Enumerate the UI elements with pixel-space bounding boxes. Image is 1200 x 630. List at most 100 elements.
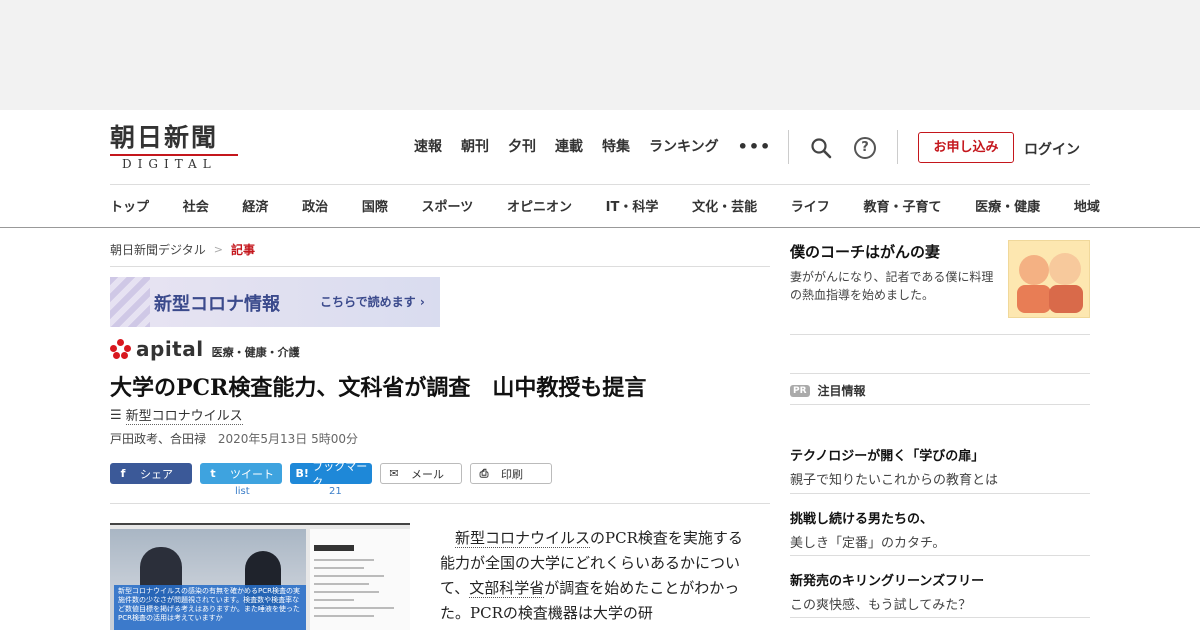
panel-line	[314, 599, 354, 601]
divider	[790, 493, 1090, 494]
pr-item-description: 親子で知りたいこれからの教育とは	[790, 473, 999, 488]
divider	[790, 404, 1090, 405]
category-education[interactable]: 教育・子育て	[863, 196, 941, 215]
apital-name: apital	[136, 337, 204, 361]
video-thumbnail[interactable]: 新型コロナウイルスの感染の有無を確かめるPCR検査の実施件数の少なさが問題視され…	[110, 523, 410, 630]
byline: 戸田政考、合田禄 2020年5月13日 5時00分	[110, 430, 358, 447]
pr-item-headline: 新発売のキリングリーンズフリー	[790, 574, 985, 589]
category-life[interactable]: ライフ	[791, 196, 830, 215]
breadcrumb-separator: >	[213, 243, 223, 256]
nav-choukan[interactable]: 朝刊	[461, 137, 489, 157]
facebook-icon: f	[120, 467, 126, 480]
hatena-icon: B!	[295, 467, 309, 480]
panel-line	[314, 591, 379, 593]
pr-item-headline: テクノロジーが開く「学びの扉」	[790, 449, 985, 464]
panel-line	[314, 575, 384, 577]
corona-info-banner[interactable]: 新型コロナ情報 こちらで読めます ›	[110, 277, 440, 327]
breadcrumb-current: 記事	[230, 243, 255, 257]
divider	[110, 503, 770, 504]
nav-ranking[interactable]: ランキング	[649, 137, 719, 157]
pr-item[interactable]: 新発売のキリングリーンズフリー この爽快感、もう試してみた？	[790, 570, 1090, 613]
print-icon: ⎙	[479, 466, 489, 480]
divider	[0, 227, 1200, 228]
print-button[interactable]: ⎙ 印刷	[470, 463, 552, 484]
keyword-link[interactable]: 新型コロナウイルス	[455, 529, 591, 548]
keyword-link[interactable]: 文部科学省	[469, 579, 545, 598]
category-politics[interactable]: 政治	[302, 196, 328, 215]
category-top[interactable]: トップ	[110, 196, 149, 215]
search-icon[interactable]	[810, 137, 832, 159]
category-economy[interactable]: 経済	[242, 196, 268, 215]
subscribe-button[interactable]: お申し込み	[918, 132, 1014, 163]
list-icon: ☰	[110, 407, 122, 423]
category-society[interactable]: 社会	[183, 196, 209, 215]
mail-share-button[interactable]: ✉ メール	[380, 463, 462, 484]
logo-rule	[110, 154, 238, 156]
divider	[790, 617, 1090, 618]
nav-yuukan[interactable]: 夕刊	[508, 137, 536, 157]
panel-line	[314, 615, 374, 617]
pr-item[interactable]: 挑戦し続ける男たちの、 美しき「定番」のカタチ。	[790, 508, 1090, 551]
top-ad-space	[0, 0, 1200, 110]
apital-category: 医療・健康・介護	[211, 346, 300, 359]
category-opinion[interactable]: オピニオン	[507, 196, 572, 215]
pr-section-header: PR 注目情報	[790, 382, 866, 399]
video-side-panel	[310, 529, 410, 630]
divider	[790, 334, 1090, 335]
twitter-share-button[interactable]: t ツイート	[200, 463, 282, 484]
category-nav: トップ 社会 経済 政治 国際 スポーツ オピニオン IT・科学 文化・芸能 ラ…	[110, 196, 1100, 215]
mail-icon: ✉	[389, 467, 399, 480]
publish-date: 2020年5月13日 5時00分	[217, 432, 359, 446]
pr-item-description: 美しき「定番」のカタチ。	[790, 536, 946, 551]
login-link[interactable]: ログイン	[1024, 139, 1080, 159]
header-divider	[788, 130, 789, 164]
category-health[interactable]: 医療・健康	[975, 196, 1040, 215]
nav-tokushu[interactable]: 特集	[602, 137, 630, 157]
category-region[interactable]: 地域	[1074, 196, 1100, 215]
breadcrumb: 朝日新聞デジタル > 記事	[110, 241, 255, 258]
breadcrumb-home[interactable]: 朝日新聞デジタル	[110, 241, 206, 258]
topic-tag[interactable]: ☰ 新型コロナウイルス	[110, 405, 243, 425]
top-nav: 速報 朝刊 夕刊 連載 特集 ランキング •••	[414, 137, 771, 157]
share-buttons: f シェア t ツイート B! ブックマーク ✉ メール ⎙ 印刷	[110, 460, 560, 489]
hatena-bookmark-button[interactable]: B! ブックマーク	[290, 460, 372, 489]
feature-thumbnail	[1008, 240, 1090, 318]
pr-item-headline: 挑戦し続ける男たちの、	[790, 512, 934, 527]
authors: 戸田政考、合田禄	[110, 432, 207, 446]
facebook-share-label: シェア	[140, 467, 173, 481]
divider	[790, 555, 1090, 556]
panel-line	[314, 559, 374, 561]
apital-logo-icon	[110, 339, 132, 359]
hatena-count[interactable]: 21	[329, 486, 342, 497]
nav-rensai[interactable]: 連載	[555, 137, 583, 157]
panel-bar	[314, 545, 354, 551]
asahi-logo[interactable]: 朝日新聞 DIGITAL	[110, 124, 240, 172]
banner-pattern	[110, 277, 150, 327]
article-headline: 大学のPCR検査能力、文科省が調査 山中教授も提言	[110, 375, 647, 401]
feature-description: 妻ががんになり、記者である僕に料理の熱血指導を始めました。	[790, 270, 994, 302]
sidebar-feature[interactable]: 僕のコーチはがんの妻 妻ががんになり、記者である僕に料理の熱血指導を始めました。	[790, 240, 1090, 318]
print-label: 印刷	[501, 467, 523, 481]
logo-jp: 朝日新聞	[110, 123, 219, 152]
nav-sokuho[interactable]: 速報	[414, 137, 442, 157]
pr-badge: PR	[790, 384, 810, 397]
panel-line	[314, 583, 369, 585]
category-it-science[interactable]: IT・科学	[606, 196, 659, 215]
apital-label[interactable]: apital 医療・健康・介護	[110, 337, 300, 361]
facebook-share-button[interactable]: f シェア	[110, 463, 192, 484]
pr-item[interactable]: テクノロジーが開く「学びの扉」 親子で知りたいこれからの教育とは	[790, 445, 1090, 488]
video-caption: 新型コロナウイルスの感染の有無を確かめるPCR検査の実施件数の少なさが問題視され…	[114, 585, 306, 630]
mail-label: メール	[411, 467, 444, 481]
divider	[110, 184, 1090, 185]
panel-line	[314, 567, 364, 569]
hatena-bookmark-label: ブックマーク	[312, 459, 368, 489]
more-icon[interactable]: •••	[738, 137, 772, 157]
category-sports[interactable]: スポーツ	[422, 196, 474, 215]
twitter-share-label: ツイート	[230, 467, 274, 481]
category-culture[interactable]: 文化・芸能	[692, 196, 757, 215]
help-icon[interactable]: ?	[854, 137, 876, 159]
twitter-icon: t	[210, 467, 216, 480]
pr-item-description: この爽快感、もう試してみた？	[790, 598, 972, 613]
twitter-count[interactable]: list	[235, 486, 250, 497]
category-international[interactable]: 国際	[362, 196, 388, 215]
